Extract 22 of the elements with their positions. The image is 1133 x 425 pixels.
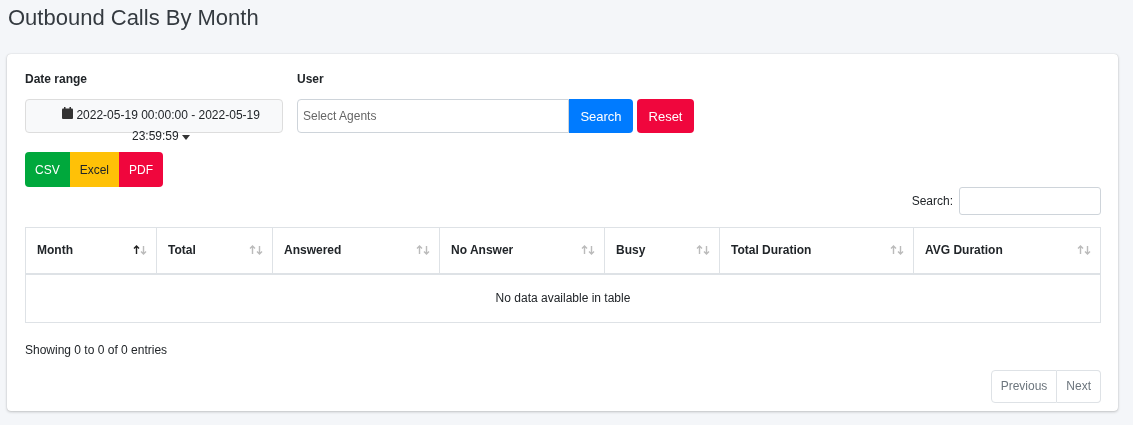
column-header[interactable]: Answered — [272, 227, 440, 274]
column-header[interactable]: Busy — [604, 227, 720, 274]
reset-button[interactable]: Reset — [637, 99, 694, 133]
empty-table-message: No data available in table — [25, 273, 1101, 322]
field-label: Date range — [25, 72, 89, 88]
page-title: Outbound Calls By Month — [8, 4, 260, 32]
search-label: Search: — [911, 194, 953, 208]
column-header[interactable]: Total Duration — [719, 227, 914, 274]
date-range-picker[interactable]: 2022-05-19 00:00:00 - 2022-05-19 23:59:59 — [25, 99, 283, 147]
agent-select-field[interactable]: Select Agents — [297, 99, 569, 133]
column-header[interactable]: Month — [25, 227, 157, 274]
column-header[interactable]: No Answer — [439, 227, 605, 274]
column-header[interactable]: Total — [156, 227, 273, 274]
table-search-field[interactable] — [959, 187, 1101, 215]
field-label: User — [297, 72, 325, 88]
export-button[interactable]: PDF — [119, 152, 164, 187]
search-button[interactable]: Search — [569, 99, 633, 133]
column-header[interactable]: AVG Duration — [913, 227, 1101, 274]
entries-info: Showing 0 to 0 of 0 entries — [25, 342, 169, 357]
caret-icon — [182, 135, 190, 140]
calendar-icon — [62, 107, 74, 119]
export-button[interactable]: Excel — [69, 152, 120, 187]
